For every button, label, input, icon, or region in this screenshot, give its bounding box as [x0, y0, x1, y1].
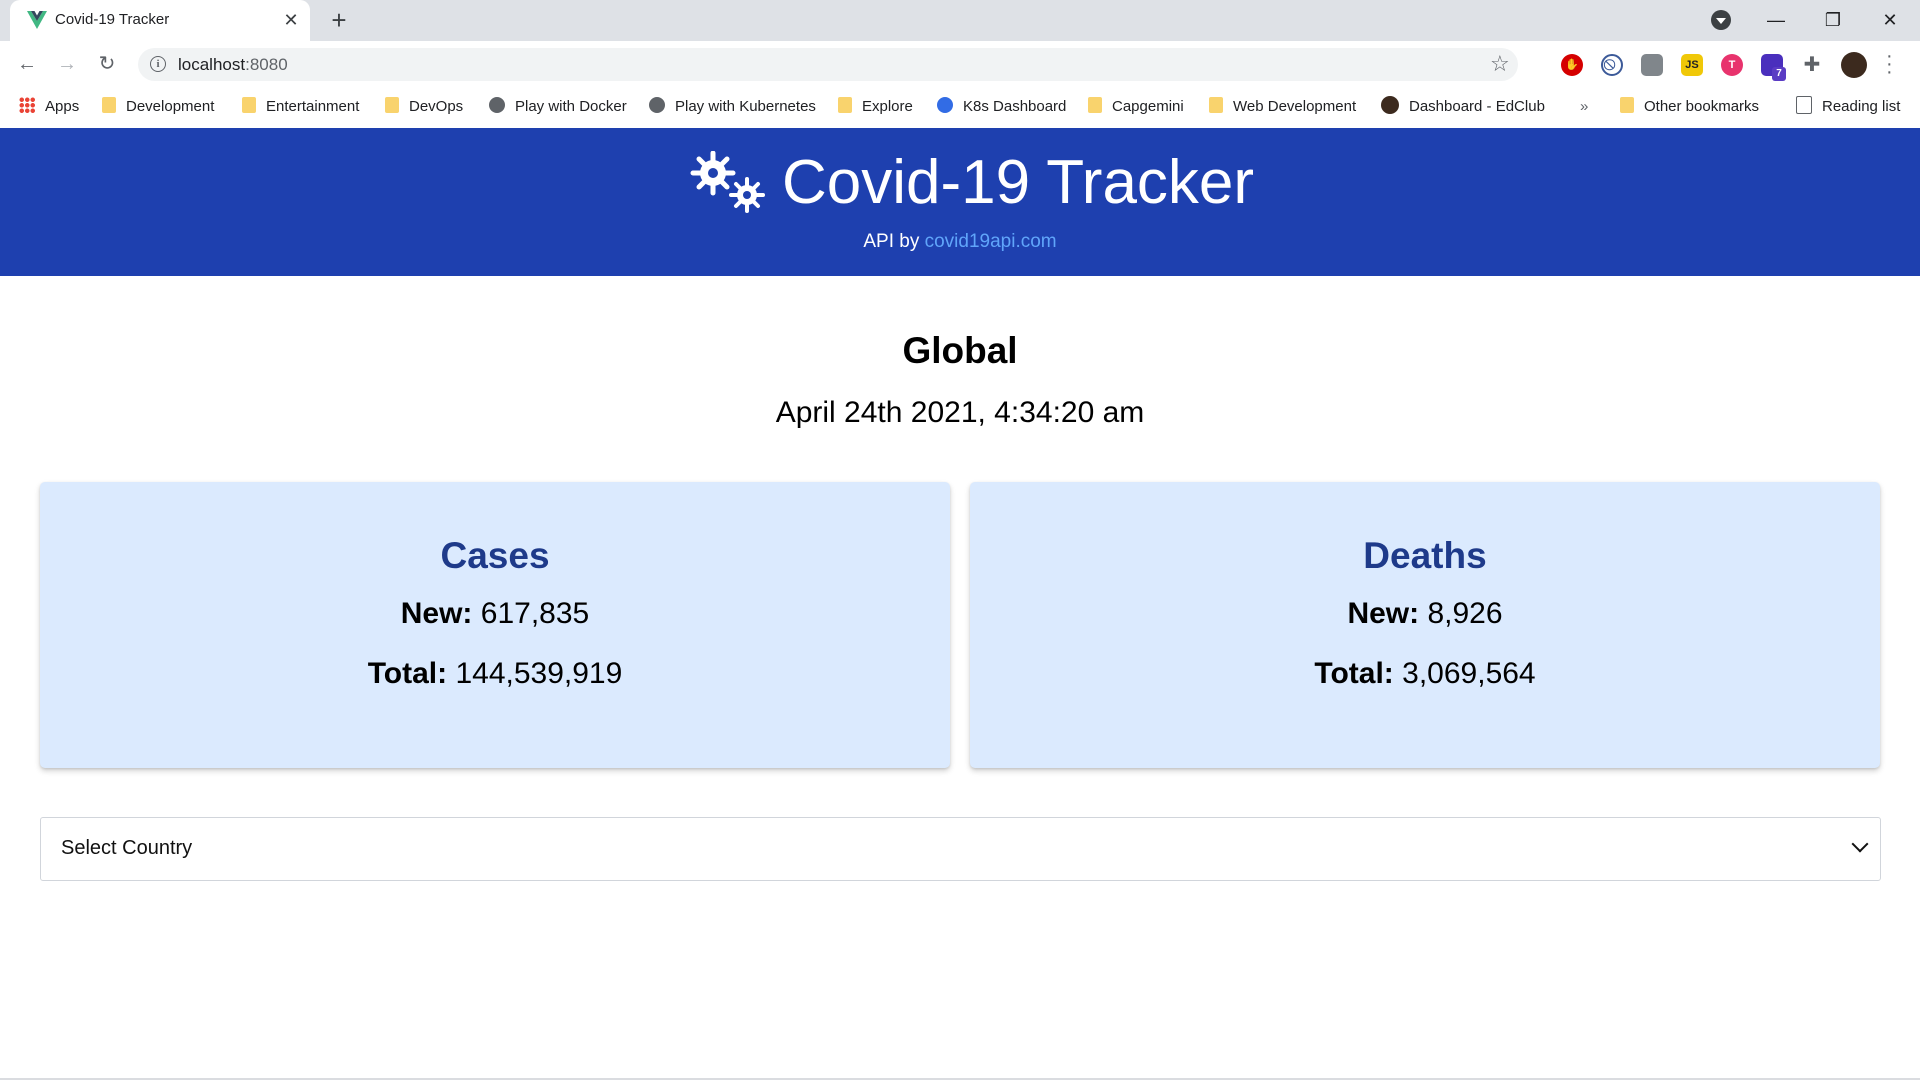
edclub-icon: [1381, 96, 1399, 115]
close-window-button[interactable]: ✕: [1870, 6, 1910, 34]
forward-arrow-icon[interactable]: →: [52, 49, 82, 79]
vue-logo-icon: [27, 11, 47, 29]
total-label: Total:: [367, 657, 448, 690]
bookmark-label: DevOps: [409, 98, 464, 115]
chevron-down-icon: [1851, 835, 1869, 853]
last-updated-date: April 24th 2021, 4:34:20 am: [775, 396, 1145, 429]
folder-icon: [242, 97, 256, 114]
close-tab-icon[interactable]: ✕: [280, 9, 302, 31]
folder-icon: [385, 97, 399, 114]
api-link[interactable]: covid19api.com: [925, 231, 1057, 252]
bookmark-explore[interactable]: Explore: [838, 95, 913, 119]
bookmark-label: Apps: [45, 98, 80, 115]
bookmark-play-with-docker[interactable]: Play with Docker: [489, 95, 627, 119]
bookmarks-bar: Apps Development Entertainment DevOps Pl…: [0, 87, 1920, 129]
bookmark-label: K8s Dashboard: [963, 98, 1067, 115]
extension-gray-icon[interactable]: [1641, 54, 1663, 76]
block-icon[interactable]: ⃠: [1601, 54, 1623, 76]
new-label: New:: [1347, 597, 1420, 630]
api-credit: API by covid19api.com: [0, 230, 1920, 254]
folder-icon: [838, 97, 852, 114]
puzzle-extensions-icon[interactable]: ✚: [1801, 54, 1823, 76]
bookmark-web-development[interactable]: Web Development: [1209, 95, 1356, 119]
cases-total: Total: 144,539,919: [40, 654, 950, 694]
folder-icon: [1209, 97, 1223, 114]
new-deaths-value: 8,926: [1427, 597, 1503, 630]
new-label: New:: [400, 597, 473, 630]
minimize-button[interactable]: —: [1756, 6, 1796, 34]
browser-toolbar: ← → ↻ i localhost:8080 ☆ ✋ ⃠ JS T 7 ✚ ··…: [0, 41, 1920, 87]
country-select[interactable]: Select Country: [40, 817, 1881, 881]
bookmark-apps[interactable]: Apps: [19, 95, 79, 119]
app-header: Covid-19 Tracker API by covid19api.com: [0, 128, 1920, 276]
bookmark-devops[interactable]: DevOps: [385, 95, 463, 119]
folder-icon: [1620, 97, 1634, 114]
adblock-icon[interactable]: ✋: [1561, 54, 1583, 76]
globe-icon: [649, 97, 665, 114]
bookmark-capgemini[interactable]: Capgemini: [1088, 95, 1184, 119]
url-text: localhost:8080: [178, 55, 288, 75]
t-icon[interactable]: T: [1721, 54, 1743, 76]
deaths-title: Deaths: [1363, 535, 1487, 576]
kubernetes-icon: [937, 97, 953, 114]
new-cases-value: 617,835: [480, 597, 590, 630]
site-info-icon[interactable]: i: [150, 56, 166, 72]
tab-title: Covid-19 Tracker: [55, 11, 170, 28]
bookmark-play-with-kubernetes[interactable]: Play with Kubernetes: [649, 95, 816, 119]
reading-list-icon: [1796, 96, 1812, 115]
bookmark-label: Capgemini: [1112, 98, 1184, 115]
profile-avatar[interactable]: [1841, 52, 1867, 78]
browser-tab[interactable]: Covid-19 Tracker ✕: [10, 0, 310, 41]
url-host: localhost: [178, 55, 246, 74]
folder-icon: [1088, 97, 1102, 114]
tab-search-icon[interactable]: [1711, 10, 1731, 30]
folder-icon: [102, 97, 116, 114]
section-title: Global: [902, 330, 1018, 371]
virus-icon: [690, 151, 765, 213]
bookmark-star-icon[interactable]: ☆: [1490, 51, 1510, 77]
bookmark-dashboard-edclub[interactable]: Dashboard - EdClub: [1381, 95, 1545, 119]
restore-button[interactable]: ❐: [1813, 6, 1853, 34]
bookmark-label: Other bookmarks: [1644, 98, 1760, 115]
bookmark-label: Play with Docker: [515, 98, 627, 115]
back-arrow-icon[interactable]: ←: [12, 49, 42, 79]
country-select-value: Select Country: [61, 837, 193, 859]
bookmark-label: Explore: [862, 98, 913, 115]
more-menu-icon[interactable]: · · ·: [1886, 46, 1893, 82]
extension-badge: 7: [1772, 67, 1786, 81]
address-bar[interactable]: i localhost:8080 ☆: [138, 48, 1518, 81]
reload-icon[interactable]: ↻: [92, 49, 122, 79]
app-title: Covid-19 Tracker: [782, 148, 1255, 217]
bookmark-development[interactable]: Development: [102, 95, 214, 119]
reading-list-button[interactable]: Reading list: [1796, 95, 1900, 119]
bookmark-label: Play with Kubernetes: [675, 98, 816, 115]
globe-icon: [489, 97, 505, 114]
url-port: :8080: [245, 55, 288, 74]
bookmark-other-bookmarks[interactable]: Other bookmarks: [1620, 95, 1759, 119]
bookmark-label: Development: [126, 98, 215, 115]
bookmarks-overflow-button[interactable]: »: [1580, 95, 1588, 119]
bookmark-label: Dashboard - EdClub: [1409, 98, 1545, 115]
deaths-new: New: 8,926: [970, 594, 1880, 634]
cases-new: New: 617,835: [40, 594, 950, 634]
deaths-card: Deaths New: 8,926 Total: 3,069,564: [970, 482, 1880, 768]
tab-strip: Covid-19 Tracker ✕ + — ❐ ✕: [0, 0, 1920, 41]
bookmark-k8s-dashboard[interactable]: K8s Dashboard: [937, 95, 1066, 119]
bookmark-entertainment[interactable]: Entertainment: [242, 95, 359, 119]
bookmark-label: Reading list: [1822, 98, 1901, 115]
total-deaths-value: 3,069,564: [1402, 657, 1536, 690]
cases-title: Cases: [440, 535, 550, 576]
js-icon[interactable]: JS: [1681, 54, 1703, 76]
new-tab-button[interactable]: +: [325, 6, 353, 34]
bookmark-label: Entertainment: [266, 98, 360, 115]
total-cases-value: 144,539,919: [455, 657, 623, 690]
apps-grid-icon: [19, 97, 35, 114]
api-credit-prefix: API by: [863, 231, 925, 252]
cases-card: Cases New: 617,835 Total: 144,539,919: [40, 482, 950, 768]
total-label: Total:: [1314, 657, 1394, 690]
deaths-total: Total: 3,069,564: [970, 654, 1880, 694]
bookmark-label: Web Development: [1233, 98, 1357, 115]
